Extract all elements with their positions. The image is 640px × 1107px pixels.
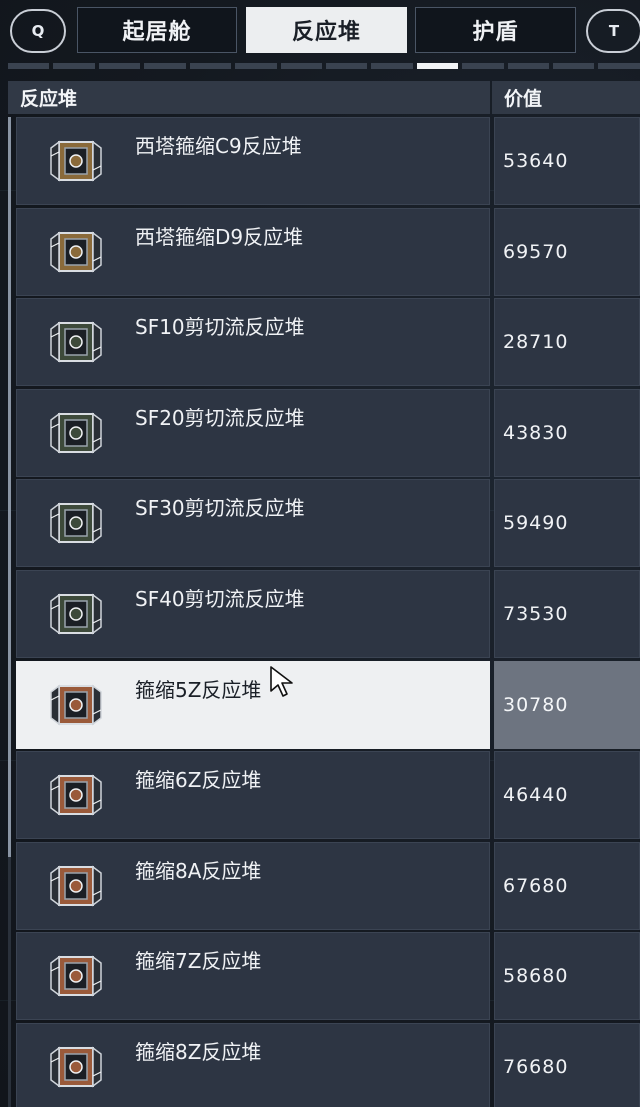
reactor-icon-copper xyxy=(45,1036,107,1098)
page-indicator-segment xyxy=(98,63,141,69)
page-indicator-segment xyxy=(144,63,186,69)
tab-habitat[interactable]: 起居舱 xyxy=(77,7,237,53)
reactor-name: 箍缩5Z反应堆 xyxy=(135,677,262,702)
reactor-name-cell[interactable]: SF40剪切流反应堆 xyxy=(16,569,490,658)
column-header-value[interactable]: 价值 xyxy=(492,81,640,114)
table-row[interactable]: 箍缩8Z反应堆 76680 xyxy=(16,1022,640,1107)
reactor-icon-copper xyxy=(45,674,107,736)
table-row[interactable]: 箍缩5Z反应堆 30780 xyxy=(16,660,640,749)
table-header: 反应堆 价值 xyxy=(8,81,640,114)
reactor-name-cell[interactable]: 箍缩7Z反应堆 xyxy=(16,932,490,1021)
reactor-value: 67680 xyxy=(494,841,640,930)
page-indicator xyxy=(8,63,640,71)
reactor-icon-gold xyxy=(45,221,107,283)
table-row[interactable]: 箍缩8A反应堆 67680 xyxy=(16,841,640,930)
page-indicator-segment xyxy=(507,63,550,69)
app-root: Q 起居舱 反应堆 护盾 T 反应堆 价值 西塔箍缩C9反应堆 53640 西塔箍缩… xyxy=(0,0,640,1107)
reactor-name-cell[interactable]: SF20剪切流反应堆 xyxy=(16,388,490,477)
reactor-name: SF30剪切流反应堆 xyxy=(135,496,305,521)
reactor-icon-copper xyxy=(45,855,107,917)
table-row[interactable]: 西塔箍缩D9反应堆 69570 xyxy=(16,207,640,296)
table-row[interactable]: SF40剪切流反应堆 73530 xyxy=(16,569,640,658)
table-row[interactable]: 西塔箍缩C9反应堆 53640 xyxy=(16,117,640,205)
page-indicator-segment xyxy=(598,63,640,69)
reactor-value: 43830 xyxy=(494,388,640,477)
page-indicator-segment xyxy=(280,63,322,69)
table-row[interactable]: 箍缩6Z反应堆 46440 xyxy=(16,751,640,840)
reactor-list: 西塔箍缩C9反应堆 53640 西塔箍缩D9反应堆 69570 SF10剪切流反应堆 28… xyxy=(16,117,640,1107)
prev-tab-key-button[interactable]: Q xyxy=(10,9,66,53)
reactor-icon-green xyxy=(45,583,107,645)
page-indicator-segment xyxy=(462,63,504,69)
next-tab-key-button[interactable]: T xyxy=(586,9,640,53)
reactor-name-cell[interactable]: SF30剪切流反应堆 xyxy=(16,479,490,568)
tab-shield[interactable]: 护盾 xyxy=(415,7,576,53)
reactor-name: SF40剪切流反应堆 xyxy=(135,586,305,611)
reactor-value: 53640 xyxy=(494,117,640,205)
page-indicator-segment xyxy=(189,63,232,69)
table-row[interactable]: SF30剪切流反应堆 59490 xyxy=(16,479,640,568)
reactor-value: 28710 xyxy=(494,298,640,387)
mouse-cursor-icon xyxy=(270,666,293,697)
reactor-name: SF10剪切流反应堆 xyxy=(135,315,305,340)
reactor-icon-copper xyxy=(45,764,107,826)
page-indicator-segment xyxy=(325,63,368,69)
reactor-name: 箍缩6Z反应堆 xyxy=(135,768,262,793)
reactor-icon-green xyxy=(45,311,107,373)
page-indicator-segment xyxy=(371,63,413,69)
reactor-name-cell[interactable]: 箍缩8A反应堆 xyxy=(16,841,490,930)
reactor-icon-green xyxy=(45,492,107,554)
reactor-value: 73530 xyxy=(494,569,640,658)
reactor-name: 西塔箍缩C9反应堆 xyxy=(135,134,302,158)
reactor-name: SF20剪切流反应堆 xyxy=(135,405,305,430)
page-indicator-segment xyxy=(416,63,459,69)
table-row[interactable]: 箍缩7Z反应堆 58680 xyxy=(16,932,640,1021)
scrollbar-thumb[interactable] xyxy=(8,117,11,857)
reactor-name-cell[interactable]: 箍缩8Z反应堆 xyxy=(16,1022,490,1107)
reactor-icon-gold xyxy=(45,130,107,192)
reactor-icon-copper xyxy=(45,945,107,1007)
reactor-name: 箍缩8Z反应堆 xyxy=(135,1039,262,1064)
reactor-value: 46440 xyxy=(494,751,640,840)
reactor-name-cell[interactable]: 箍缩6Z反应堆 xyxy=(16,751,490,840)
category-tab-bar: Q 起居舱 反应堆 护盾 T xyxy=(0,6,640,56)
table-row[interactable]: SF10剪切流反应堆 28710 xyxy=(16,298,640,387)
reactor-name-cell[interactable]: 西塔箍缩C9反应堆 xyxy=(16,117,490,205)
reactor-value: 30780 xyxy=(494,660,640,749)
reactor-name-cell[interactable]: 西塔箍缩D9反应堆 xyxy=(16,207,490,296)
reactor-icon-green xyxy=(45,402,107,464)
page-indicator-segment xyxy=(53,63,95,69)
reactor-name-cell[interactable]: SF10剪切流反应堆 xyxy=(16,298,490,387)
reactor-name: 箍缩7Z反应堆 xyxy=(135,949,262,974)
tab-reactor[interactable]: 反应堆 xyxy=(246,7,407,53)
reactor-name: 西塔箍缩D9反应堆 xyxy=(135,224,304,249)
reactor-value: 69570 xyxy=(494,207,640,296)
page-indicator-segment xyxy=(235,63,277,69)
table-row[interactable]: SF20剪切流反应堆 43830 xyxy=(16,388,640,477)
reactor-value: 76680 xyxy=(494,1022,640,1107)
reactor-name: 箍缩8A反应堆 xyxy=(135,858,262,883)
reactor-value: 59490 xyxy=(494,479,640,568)
reactor-name-cell[interactable]: 箍缩5Z反应堆 xyxy=(16,660,490,749)
column-header-name[interactable]: 反应堆 xyxy=(8,81,490,114)
page-indicator-segment xyxy=(8,63,50,69)
reactor-value: 58680 xyxy=(494,932,640,1021)
page-indicator-segment xyxy=(553,63,595,69)
